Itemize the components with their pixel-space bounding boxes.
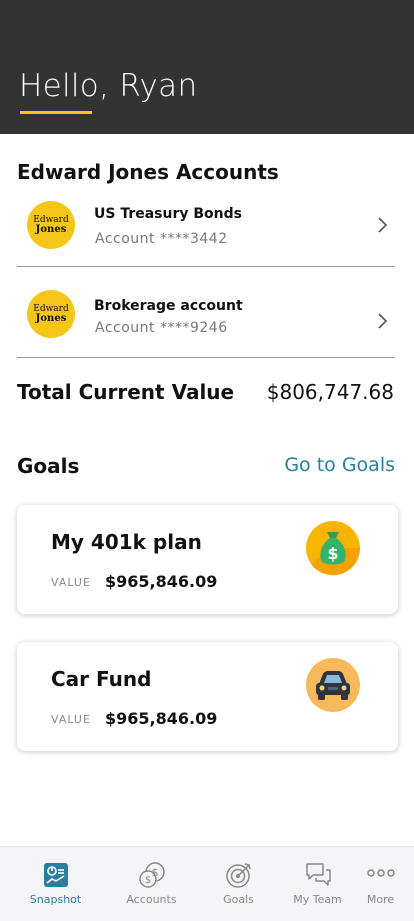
goal-value-label: VALUE [51, 576, 91, 589]
account-name: US Treasury Bonds [94, 206, 242, 222]
account-number: Account ****9246 [95, 320, 228, 336]
coins-icon: $ $ [138, 862, 165, 888]
total-current-value-label: Total Current Value [17, 380, 235, 404]
more-dots-icon [366, 869, 395, 877]
greeting-underline [20, 111, 92, 114]
goals-section-title: Goals [17, 454, 80, 478]
svg-text:$: $ [151, 866, 158, 879]
account-name: Brokerage account [94, 298, 243, 314]
account-row-brokerage[interactable]: Edward Jones Brokerage account Account *… [17, 268, 395, 358]
tab-label: Snapshot [29, 893, 82, 906]
logo-line-2: Jones [35, 313, 67, 324]
bottom-tab-bar: Snapshot $ $ Accounts Goals My Team More [0, 846, 414, 921]
car-icon [306, 658, 360, 712]
go-to-goals-link[interactable]: Go to Goals [284, 454, 395, 476]
account-row-treasury-bonds[interactable]: Edward Jones US Treasury Bonds Account *… [17, 178, 395, 267]
svg-text:$: $ [327, 544, 338, 563]
greeting-text: Hello, Ryan [19, 68, 198, 104]
goal-name: Car Fund [51, 667, 152, 691]
tab-label: My Team [293, 893, 342, 906]
goal-card-401k[interactable]: My 401k plan VALUE $965,846.09 $ [17, 505, 398, 614]
edward-jones-logo: Edward Jones [27, 201, 75, 249]
snapshot-icon [43, 863, 68, 887]
logo-line-2: Jones [35, 224, 67, 235]
tab-label: Accounts [126, 893, 177, 906]
tab-label: More [366, 893, 395, 906]
goal-value: $965,846.09 [105, 709, 218, 728]
chevron-right-icon [378, 217, 388, 233]
tab-more[interactable]: More [339, 847, 414, 921]
tab-snapshot[interactable]: Snapshot [14, 847, 97, 921]
goal-value: $965,846.09 [105, 572, 218, 591]
tab-label: Goals [223, 893, 254, 906]
tab-accounts[interactable]: $ $ Accounts [110, 847, 193, 921]
chevron-right-icon [378, 313, 388, 329]
chat-bubbles-icon [305, 863, 331, 886]
svg-text:$: $ [144, 875, 150, 886]
money-bag-icon: $ [306, 521, 361, 576]
edward-jones-logo: Edward Jones [27, 290, 75, 338]
tab-goals[interactable]: Goals [197, 847, 280, 921]
account-number: Account ****3442 [95, 231, 228, 247]
header: Hello, Ryan [0, 0, 414, 134]
goal-name: My 401k plan [51, 530, 202, 554]
target-icon [225, 863, 251, 888]
goal-value-label: VALUE [51, 713, 91, 726]
goal-card-car-fund[interactable]: Car Fund VALUE $965,846.09 [17, 642, 398, 751]
total-current-value: $806,747.68 [266, 380, 394, 404]
